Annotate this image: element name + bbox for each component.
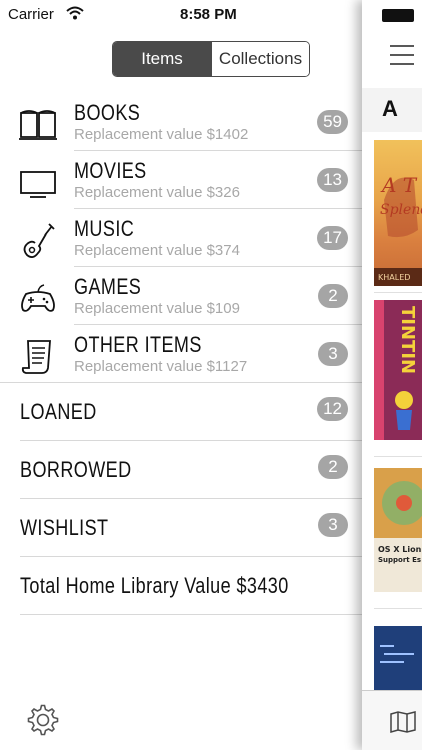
category-row-games[interactable]: GAMES Replacement value $109 2 bbox=[0, 270, 362, 328]
count-badge: 59 bbox=[317, 110, 348, 134]
category-value: Replacement value $1127 bbox=[74, 358, 248, 375]
count-badge: 13 bbox=[317, 168, 348, 192]
battery-icon bbox=[382, 9, 414, 22]
list-title: WISHLIST bbox=[20, 515, 109, 540]
carrier-label: Carrier bbox=[8, 6, 54, 23]
divider bbox=[20, 614, 362, 615]
section-letter: A bbox=[382, 96, 398, 121]
divider bbox=[374, 608, 422, 609]
category-title: MUSIC bbox=[74, 216, 135, 241]
category-row-books[interactable]: BOOKS Replacement value $1402 59 bbox=[0, 96, 362, 154]
book-cover-art bbox=[380, 645, 414, 663]
guitar-icon bbox=[23, 223, 55, 258]
count-badge: 12 bbox=[317, 397, 348, 421]
total-value-label: Total Home Library Value $3430 bbox=[20, 573, 289, 598]
list-row-borrowed[interactable]: BORROWED 2 bbox=[0, 441, 362, 499]
clock: 8:58 PM bbox=[180, 6, 237, 23]
book-cover-art: A T Splend KHALED bbox=[374, 173, 422, 286]
items-collections-segmented-control: Items Collections bbox=[112, 41, 310, 77]
main-content-peek[interactable]: A A T Splend KHALED TINTIN OS X Lion Sup… bbox=[362, 0, 422, 750]
list-title: BORROWED bbox=[20, 457, 132, 482]
category-value: Replacement value $109 bbox=[74, 300, 240, 317]
category-value: Replacement value $374 bbox=[74, 242, 240, 259]
book-cover-art: TINTIN bbox=[374, 300, 418, 440]
divider bbox=[74, 208, 362, 209]
section-header: A bbox=[362, 88, 422, 132]
gamepad-icon bbox=[21, 284, 55, 312]
book-cover-thumbnail[interactable]: TINTIN bbox=[374, 300, 422, 440]
list-title: LOANED bbox=[20, 399, 97, 424]
svg-text:Support Es: Support Es bbox=[378, 556, 421, 564]
map-icon[interactable] bbox=[390, 711, 416, 733]
tv-icon bbox=[20, 171, 56, 198]
category-value: Replacement value $326 bbox=[74, 184, 240, 201]
divider bbox=[74, 324, 362, 325]
book-icon bbox=[19, 110, 57, 140]
book-cover-thumbnail[interactable] bbox=[374, 626, 422, 690]
svg-text:OS X Lion: OS X Lion bbox=[378, 545, 422, 554]
count-badge: 2 bbox=[318, 284, 348, 308]
count-badge: 17 bbox=[317, 226, 348, 250]
category-title: GAMES bbox=[74, 274, 142, 299]
category-title: OTHER ITEMS bbox=[74, 332, 202, 357]
divider bbox=[374, 292, 422, 293]
wifi-icon bbox=[66, 6, 84, 20]
total-value-row: Total Home Library Value $3430 bbox=[0, 557, 362, 615]
count-badge: 3 bbox=[318, 513, 348, 537]
book-cover-thumbnail[interactable]: A T Splend KHALED bbox=[374, 140, 422, 286]
list-row-loaned[interactable]: LOANED 12 bbox=[0, 383, 362, 441]
count-badge: 3 bbox=[318, 342, 348, 366]
divider bbox=[74, 150, 362, 151]
svg-text:A T: A T bbox=[380, 173, 418, 197]
book-cover-thumbnail[interactable]: OS X Lion Support Es bbox=[374, 468, 422, 592]
category-row-movies[interactable]: MOVIES Replacement value $326 13 bbox=[0, 154, 362, 212]
count-badge: 2 bbox=[318, 455, 348, 479]
collections-segment[interactable]: Collections bbox=[211, 42, 309, 76]
divider bbox=[374, 456, 422, 457]
divider bbox=[74, 266, 362, 267]
svg-text:TINTIN: TINTIN bbox=[397, 306, 418, 374]
category-row-music[interactable]: MUSIC Replacement value $374 17 bbox=[0, 212, 362, 270]
category-title: BOOKS bbox=[74, 100, 141, 125]
items-segment[interactable]: Items bbox=[113, 42, 211, 76]
scroll-icon bbox=[21, 340, 51, 374]
category-title: MOVIES bbox=[74, 158, 147, 183]
category-row-other-items[interactable]: OTHER ITEMS Replacement value $1127 3 bbox=[0, 328, 362, 386]
svg-text:Splend: Splend bbox=[380, 202, 422, 218]
svg-text:KHALED: KHALED bbox=[378, 273, 410, 282]
bottom-toolbar bbox=[362, 690, 422, 750]
category-value: Replacement value $1402 bbox=[74, 126, 249, 143]
list-row-wishlist[interactable]: WISHLIST 3 bbox=[0, 499, 362, 557]
gear-icon[interactable] bbox=[26, 703, 60, 737]
book-cover-art: OS X Lion Support Es bbox=[374, 468, 422, 564]
status-bar: Carrier 8:58 PM bbox=[0, 0, 362, 30]
hamburger-menu-icon[interactable] bbox=[390, 45, 414, 65]
